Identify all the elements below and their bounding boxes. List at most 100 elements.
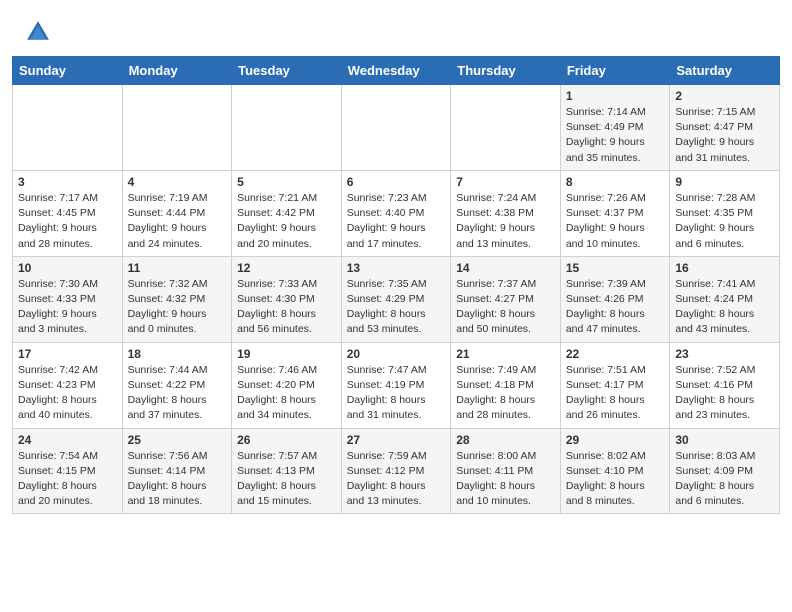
calendar-cell: 13 Sunrise: 7:35 AM Sunset: 4:29 PM Dayli… [341,256,451,342]
calendar-day-header: Tuesday [232,57,342,85]
day-info: Sunrise: 8:00 AM Sunset: 4:11 PM Dayligh… [456,449,555,510]
calendar-week-row: 3 Sunrise: 7:17 AM Sunset: 4:45 PM Daylig… [13,170,780,256]
calendar-header-row: SundayMondayTuesdayWednesdayThursdayFrid… [13,57,780,85]
calendar-day-header: Thursday [451,57,561,85]
calendar-cell: 26 Sunrise: 7:57 AM Sunset: 4:13 PM Dayli… [232,428,342,514]
day-number: 10 [18,261,117,275]
calendar-week-row: 1 Sunrise: 7:14 AM Sunset: 4:49 PM Daylig… [13,85,780,171]
day-info: Sunrise: 7:15 AM Sunset: 4:47 PM Dayligh… [675,105,774,166]
calendar-cell: 22 Sunrise: 7:51 AM Sunset: 4:17 PM Dayli… [560,342,670,428]
day-info: Sunrise: 7:44 AM Sunset: 4:22 PM Dayligh… [128,363,227,424]
calendar-cell: 29 Sunrise: 8:02 AM Sunset: 4:10 PM Dayli… [560,428,670,514]
day-number: 24 [18,433,117,447]
day-info: Sunrise: 7:35 AM Sunset: 4:29 PM Dayligh… [347,277,446,338]
day-info: Sunrise: 7:26 AM Sunset: 4:37 PM Dayligh… [566,191,665,252]
day-number: 30 [675,433,774,447]
day-number: 23 [675,347,774,361]
day-info: Sunrise: 7:23 AM Sunset: 4:40 PM Dayligh… [347,191,446,252]
calendar-cell: 12 Sunrise: 7:33 AM Sunset: 4:30 PM Dayli… [232,256,342,342]
calendar-cell: 28 Sunrise: 8:00 AM Sunset: 4:11 PM Dayli… [451,428,561,514]
logo-icon [24,18,52,46]
day-info: Sunrise: 7:52 AM Sunset: 4:16 PM Dayligh… [675,363,774,424]
day-info: Sunrise: 8:02 AM Sunset: 4:10 PM Dayligh… [566,449,665,510]
day-number: 13 [347,261,446,275]
logo [24,18,56,46]
calendar-cell: 5 Sunrise: 7:21 AM Sunset: 4:42 PM Daylig… [232,170,342,256]
calendar-cell: 11 Sunrise: 7:32 AM Sunset: 4:32 PM Dayli… [122,256,232,342]
day-info: Sunrise: 7:57 AM Sunset: 4:13 PM Dayligh… [237,449,336,510]
calendar-table: SundayMondayTuesdayWednesdayThursdayFrid… [12,56,780,514]
day-number: 19 [237,347,336,361]
day-info: Sunrise: 7:28 AM Sunset: 4:35 PM Dayligh… [675,191,774,252]
calendar-cell: 19 Sunrise: 7:46 AM Sunset: 4:20 PM Dayli… [232,342,342,428]
day-number: 26 [237,433,336,447]
calendar-cell [13,85,123,171]
calendar-cell: 1 Sunrise: 7:14 AM Sunset: 4:49 PM Daylig… [560,85,670,171]
day-info: Sunrise: 7:21 AM Sunset: 4:42 PM Dayligh… [237,191,336,252]
day-info: Sunrise: 7:33 AM Sunset: 4:30 PM Dayligh… [237,277,336,338]
calendar-week-row: 10 Sunrise: 7:30 AM Sunset: 4:33 PM Dayli… [13,256,780,342]
day-number: 5 [237,175,336,189]
calendar-cell: 10 Sunrise: 7:30 AM Sunset: 4:33 PM Dayli… [13,256,123,342]
day-info: Sunrise: 8:03 AM Sunset: 4:09 PM Dayligh… [675,449,774,510]
calendar-cell [122,85,232,171]
page-header [0,0,792,56]
day-info: Sunrise: 7:17 AM Sunset: 4:45 PM Dayligh… [18,191,117,252]
day-number: 2 [675,89,774,103]
day-info: Sunrise: 7:24 AM Sunset: 4:38 PM Dayligh… [456,191,555,252]
day-info: Sunrise: 7:47 AM Sunset: 4:19 PM Dayligh… [347,363,446,424]
day-number: 16 [675,261,774,275]
day-info: Sunrise: 7:39 AM Sunset: 4:26 PM Dayligh… [566,277,665,338]
calendar-cell [341,85,451,171]
day-number: 20 [347,347,446,361]
calendar-cell: 30 Sunrise: 8:03 AM Sunset: 4:09 PM Dayli… [670,428,780,514]
calendar-day-header: Saturday [670,57,780,85]
calendar-cell: 23 Sunrise: 7:52 AM Sunset: 4:16 PM Dayli… [670,342,780,428]
day-info: Sunrise: 7:42 AM Sunset: 4:23 PM Dayligh… [18,363,117,424]
day-number: 22 [566,347,665,361]
day-info: Sunrise: 7:19 AM Sunset: 4:44 PM Dayligh… [128,191,227,252]
day-number: 14 [456,261,555,275]
day-number: 1 [566,89,665,103]
calendar-day-header: Monday [122,57,232,85]
calendar-cell: 25 Sunrise: 7:56 AM Sunset: 4:14 PM Dayli… [122,428,232,514]
day-info: Sunrise: 7:14 AM Sunset: 4:49 PM Dayligh… [566,105,665,166]
day-number: 27 [347,433,446,447]
calendar-container: SundayMondayTuesdayWednesdayThursdayFrid… [0,56,792,526]
day-number: 7 [456,175,555,189]
calendar-cell: 24 Sunrise: 7:54 AM Sunset: 4:15 PM Dayli… [13,428,123,514]
day-number: 28 [456,433,555,447]
day-info: Sunrise: 7:32 AM Sunset: 4:32 PM Dayligh… [128,277,227,338]
day-info: Sunrise: 7:56 AM Sunset: 4:14 PM Dayligh… [128,449,227,510]
calendar-cell: 21Sunrise: 7:49 AM Sunset: 4:18 PM Dayli… [451,342,561,428]
calendar-cell: 7 Sunrise: 7:24 AM Sunset: 4:38 PM Daylig… [451,170,561,256]
day-info: Sunrise: 7:49 AM Sunset: 4:18 PM Dayligh… [456,363,555,424]
day-info: Sunrise: 7:37 AM Sunset: 4:27 PM Dayligh… [456,277,555,338]
calendar-cell: 16 Sunrise: 7:41 AM Sunset: 4:24 PM Dayli… [670,256,780,342]
day-number: 3 [18,175,117,189]
calendar-cell: 14 Sunrise: 7:37 AM Sunset: 4:27 PM Dayli… [451,256,561,342]
day-number: 9 [675,175,774,189]
calendar-cell: 20 Sunrise: 7:47 AM Sunset: 4:19 PM Dayli… [341,342,451,428]
day-number: 11 [128,261,227,275]
calendar-cell [232,85,342,171]
day-number: 15 [566,261,665,275]
day-number: 12 [237,261,336,275]
calendar-cell: 27Sunrise: 7:59 AM Sunset: 4:12 PM Dayli… [341,428,451,514]
day-info: Sunrise: 7:51 AM Sunset: 4:17 PM Dayligh… [566,363,665,424]
day-number: 4 [128,175,227,189]
calendar-cell: 9 Sunrise: 7:28 AM Sunset: 4:35 PM Daylig… [670,170,780,256]
calendar-week-row: 24 Sunrise: 7:54 AM Sunset: 4:15 PM Dayli… [13,428,780,514]
day-info: Sunrise: 7:46 AM Sunset: 4:20 PM Dayligh… [237,363,336,424]
day-number: 18 [128,347,227,361]
day-info: Sunrise: 7:41 AM Sunset: 4:24 PM Dayligh… [675,277,774,338]
calendar-cell: 4 Sunrise: 7:19 AM Sunset: 4:44 PM Daylig… [122,170,232,256]
calendar-cell: 17Sunrise: 7:42 AM Sunset: 4:23 PM Dayli… [13,342,123,428]
calendar-day-header: Wednesday [341,57,451,85]
day-info: Sunrise: 7:30 AM Sunset: 4:33 PM Dayligh… [18,277,117,338]
day-info: Sunrise: 7:54 AM Sunset: 4:15 PM Dayligh… [18,449,117,510]
calendar-cell: 2 Sunrise: 7:15 AM Sunset: 4:47 PM Daylig… [670,85,780,171]
day-number: 29 [566,433,665,447]
day-number: 25 [128,433,227,447]
calendar-cell: 6Sunrise: 7:23 AM Sunset: 4:40 PM Daylig… [341,170,451,256]
